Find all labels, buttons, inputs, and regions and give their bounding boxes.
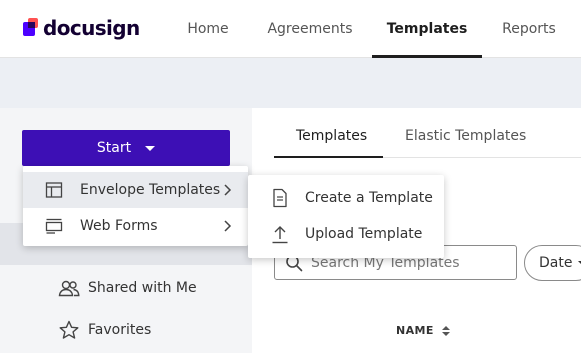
menu-item-label: Create a Template — [305, 190, 433, 206]
nav-agreements[interactable]: Agreements — [262, 0, 358, 58]
menu-item-web-forms[interactable]: Web Forms — [23, 208, 248, 244]
top-nav-bar: docusign Home Agreements Templates Repor… — [0, 0, 581, 58]
template-icon — [45, 182, 63, 198]
sort-icon — [441, 325, 450, 336]
tab-templates[interactable]: Templates — [296, 114, 367, 158]
active-tab-indicator — [274, 156, 383, 158]
nav-home[interactable]: Home — [174, 0, 242, 58]
chevron-right-icon — [224, 220, 232, 232]
web-form-icon — [45, 218, 63, 234]
chevron-right-icon — [224, 184, 232, 196]
upload-icon — [272, 226, 288, 244]
page-header-band — [0, 58, 581, 108]
start-button-label: Start — [96, 140, 132, 156]
sidebar-item-favorites[interactable]: Favorites — [58, 318, 151, 342]
date-filter-button[interactable]: Date — [524, 245, 581, 281]
sidebar-item-shared-with-me[interactable]: Shared with Me — [58, 276, 197, 300]
logo-text: docusign — [43, 16, 140, 40]
column-header-label: NAME — [396, 324, 434, 337]
menu-item-envelope-templates[interactable]: Envelope Templates — [23, 172, 248, 208]
sidebar-item-label: Favorites — [88, 322, 152, 338]
menu-item-label: Upload Template — [305, 226, 423, 242]
star-icon — [59, 320, 79, 339]
docusign-logo[interactable]: docusign — [23, 15, 140, 41]
menu-item-label: Web Forms — [80, 218, 158, 234]
menu-item-upload-template[interactable]: Upload Template — [248, 216, 444, 252]
date-filter-label: Date — [539, 255, 573, 271]
start-dropdown-menu: Envelope Templates Web Forms — [23, 166, 248, 246]
nav-templates[interactable]: Templates — [372, 0, 482, 58]
people-icon — [58, 280, 80, 297]
document-icon — [273, 188, 287, 208]
nav-reports[interactable]: Reports — [494, 0, 564, 58]
column-header-name[interactable]: NAME — [396, 324, 450, 337]
logo-mark-icon — [23, 18, 41, 38]
menu-item-label: Envelope Templates — [80, 182, 221, 198]
envelope-templates-submenu: Create a Template Upload Template — [248, 175, 444, 258]
tab-elastic-templates[interactable]: Elastic Templates — [405, 114, 526, 158]
menu-item-create-template[interactable]: Create a Template — [248, 180, 444, 216]
tabs-divider — [383, 157, 581, 158]
start-button[interactable]: Start — [22, 130, 230, 166]
sidebar-item-label: Shared with Me — [88, 280, 197, 296]
caret-down-icon — [145, 145, 156, 151]
